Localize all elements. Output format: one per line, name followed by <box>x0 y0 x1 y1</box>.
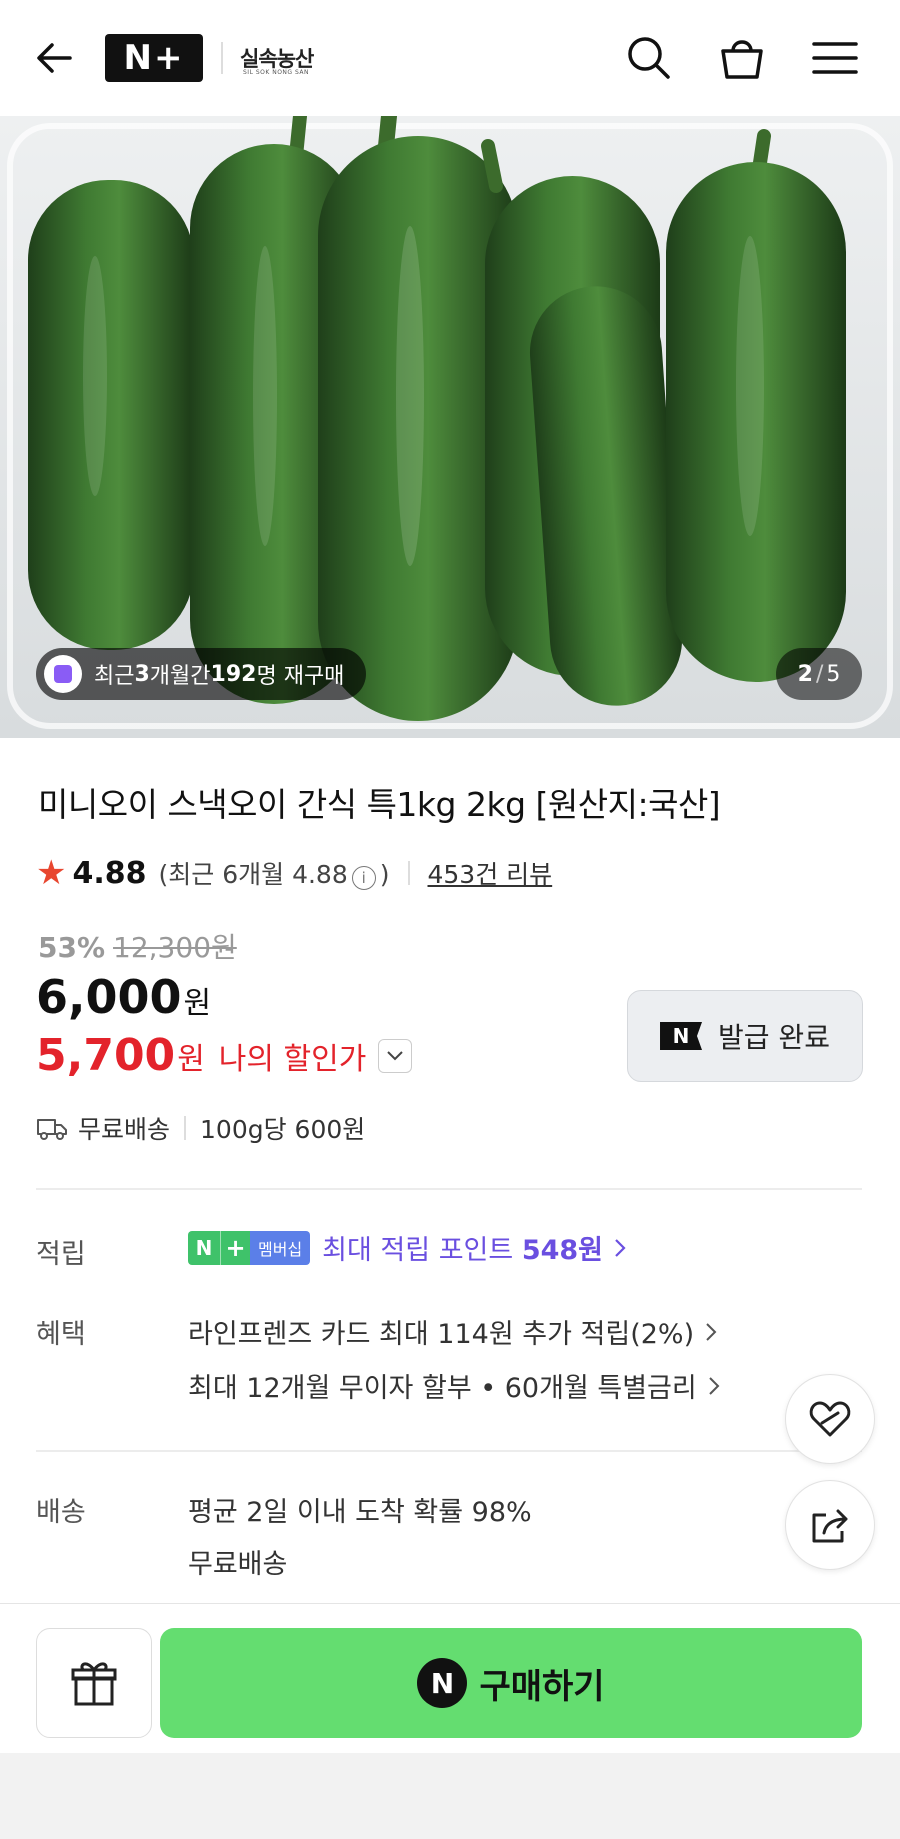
page-current: 2 <box>797 661 813 687</box>
product-info-section: 미니오이 스낵오이 간식 특1kg 2kg [원산지:국산] ★ 4.88 (최… <box>0 738 900 1603</box>
delivery-probability: 평균 2일 이내 도착 확률 98% <box>188 1497 532 1528</box>
reward-row[interactable]: N + 멤버십 최대 적립 포인트 548원 <box>188 1228 627 1267</box>
page-total: 5 <box>826 661 841 687</box>
product-image-carousel[interactable] <box>0 116 900 738</box>
delivery-free-shipping: 무료배송 <box>188 1549 288 1580</box>
chevron-right-icon <box>709 1376 720 1395</box>
card-benefit-row[interactable]: 라인프렌즈 카드 최대 114원 추가 적립(2%) <box>188 1312 718 1351</box>
naver-pay-icon: N <box>417 1658 468 1708</box>
membership-label: 멤버십 <box>250 1230 311 1265</box>
coupon-label: 발급 완료 <box>718 1021 830 1054</box>
sale-price-unit: 원 <box>183 986 212 1021</box>
back-arrow-icon[interactable] <box>30 33 80 83</box>
original-price: 12,300원 <box>113 931 237 964</box>
share-button[interactable] <box>785 1480 875 1570</box>
reward-points: 548원 <box>521 1235 604 1266</box>
sale-price: 6,000 <box>36 970 182 1024</box>
search-icon[interactable] <box>622 31 676 85</box>
section-divider <box>36 1450 862 1452</box>
buy-button[interactable]: N 구매하기 <box>160 1628 862 1738</box>
bag-badge-icon <box>44 655 82 693</box>
rating-note-suffix: ) <box>379 860 390 889</box>
star-icon: ★ <box>36 853 67 893</box>
info-icon[interactable]: i <box>351 866 376 890</box>
price-row: 6,000 원 <box>36 970 211 1024</box>
shipping-row: 무료배송 100g당 600원 <box>36 1110 365 1146</box>
membership-n: N <box>188 1230 220 1265</box>
repurchase-suffix: 명 재구매 <box>256 664 345 689</box>
header: N+ 실속농산 SIL SOK NONG SAN <box>0 0 900 116</box>
section-divider <box>36 1188 862 1190</box>
coupon-issued-button[interactable]: N 발급 완료 <box>627 990 863 1082</box>
shopping-bag-icon[interactable] <box>715 31 769 85</box>
buy-label: 구매하기 <box>479 1666 605 1707</box>
discount-percent: 53% <box>38 931 106 964</box>
card-benefit-text: 라인프렌즈 카드 최대 114원 추가 적립(2%) <box>188 1319 695 1350</box>
my-discount-price: 5,700 <box>36 1030 176 1081</box>
my-discount-label: 나의 할인가 <box>218 1041 367 1077</box>
shipping-divider <box>184 1116 187 1140</box>
benefit-label: 혜택 <box>36 1319 86 1350</box>
header-divider <box>221 42 223 74</box>
reward-text: 최대 적립 포인트 548원 <box>322 1228 603 1267</box>
rating-divider <box>407 861 410 885</box>
installment-row[interactable]: 최대 12개월 무이자 할부 • 60개월 특별금리 <box>188 1366 721 1405</box>
repurchase-prefix: 최근 <box>94 664 135 689</box>
truck-icon <box>37 1119 67 1140</box>
gift-icon <box>71 1662 117 1706</box>
share-icon <box>812 1509 848 1543</box>
repurchase-count: 192 <box>210 661 257 687</box>
chevron-right-icon <box>706 1322 717 1341</box>
chevron-right-icon <box>615 1238 626 1257</box>
repurchase-months: 3 <box>134 661 150 687</box>
rating-note: (최근 6개월 4.88 i) <box>159 855 390 891</box>
reward-prefix: 최대 적립 포인트 <box>322 1235 522 1266</box>
page-separator: / <box>815 661 824 687</box>
reward-label: 적립 <box>36 1239 86 1270</box>
my-discount-price-unit: 원 <box>177 1041 205 1077</box>
membership-plus: + <box>220 1230 250 1265</box>
menu-icon[interactable] <box>808 31 862 85</box>
image-page-counter: 2/5 <box>776 648 862 700</box>
gift-button[interactable] <box>36 1628 152 1738</box>
product-photo <box>0 116 900 738</box>
rating-note-prefix: (최근 6개월 4.88 <box>158 860 348 889</box>
wishlist-button[interactable] <box>785 1374 875 1464</box>
store-brand-subtitle: SIL SOK NONG SAN <box>243 69 309 76</box>
discount-row: 53% 12,300원 <box>38 926 237 966</box>
repurchase-mid: 개월간 <box>149 664 211 689</box>
naver-coupon-icon: N <box>660 1022 703 1050</box>
repurchase-badge: 최근 3 개월간 192 명 재구매 <box>36 648 367 700</box>
installment-text: 최대 12개월 무이자 할부 • 60개월 특별금리 <box>188 1373 697 1404</box>
review-count-link[interactable]: 453건 리뷰 <box>428 855 553 891</box>
naver-plus-membership-badge: N + 멤버십 <box>188 1230 311 1265</box>
rating-value: 4.88 <box>72 855 147 891</box>
product-title: 미니오이 스낵오이 간식 특1kg 2kg [원산지:국산] <box>38 785 721 824</box>
shipping-text: 무료배송 <box>78 1115 171 1144</box>
bottom-action-bar: N 구매하기 <box>0 1603 900 1753</box>
chevron-down-icon[interactable] <box>378 1038 413 1073</box>
heart-icon <box>809 1401 851 1437</box>
naver-plus-logo[interactable]: N+ <box>105 34 203 82</box>
my-price-row: 5,700 원 나의 할인가 <box>36 1030 413 1081</box>
unit-price: 100g당 600원 <box>200 1115 366 1144</box>
rating-row: ★ 4.88 (최근 6개월 4.88 i) 453건 리뷰 <box>36 853 552 893</box>
delivery-label: 배송 <box>36 1497 86 1528</box>
